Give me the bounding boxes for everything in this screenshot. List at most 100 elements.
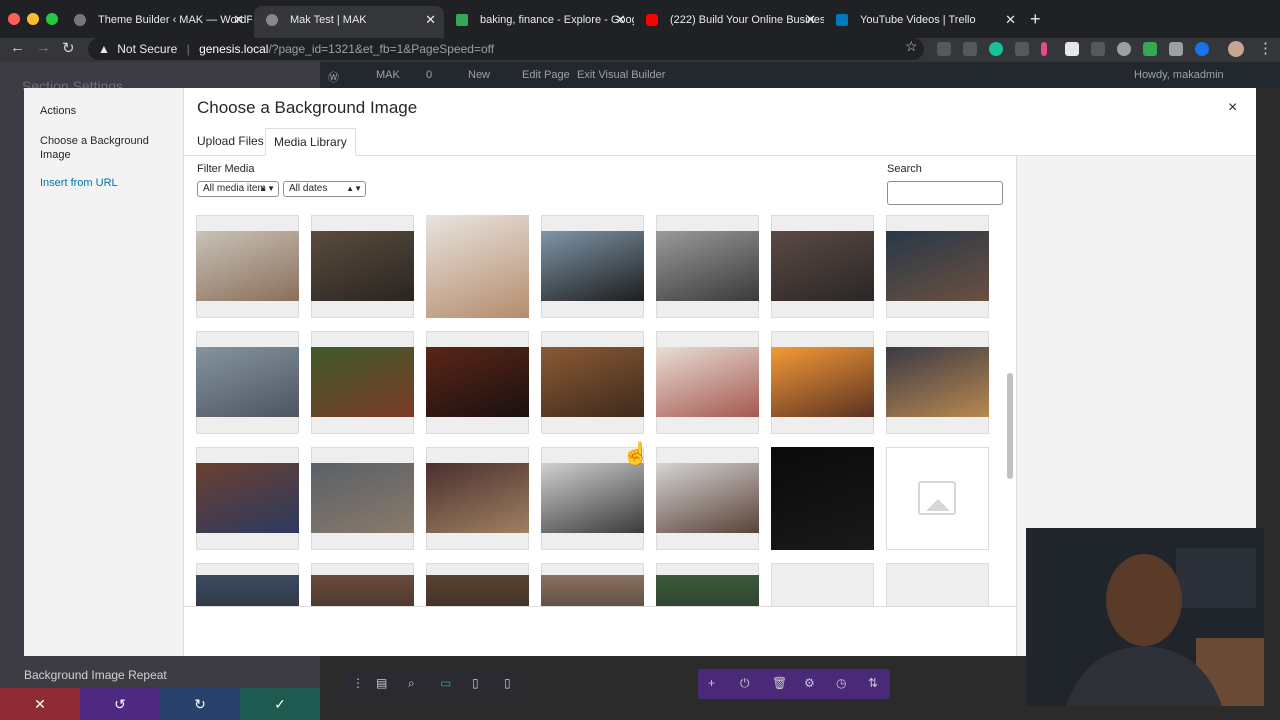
maximize-window-button[interactable] bbox=[46, 13, 58, 25]
gear-icon[interactable]: ⚙ bbox=[804, 676, 815, 690]
media-thumbnail[interactable] bbox=[886, 563, 989, 607]
date-select[interactable]: All dates ▲▼ bbox=[283, 181, 366, 197]
tab-title: (222) Build Your Online Business bbox=[670, 14, 824, 26]
search-label: Search bbox=[887, 163, 922, 175]
new-content-link[interactable]: New bbox=[468, 69, 490, 81]
close-tab-icon[interactable]: ✕ bbox=[233, 6, 244, 34]
site-name-link[interactable]: MAK bbox=[376, 69, 400, 81]
media-thumbnail[interactable] bbox=[196, 331, 299, 434]
back-icon[interactable]: ← bbox=[10, 39, 25, 56]
wappalyzer-icon[interactable] bbox=[1117, 42, 1131, 56]
media-thumbnail[interactable] bbox=[771, 563, 874, 607]
redo-button[interactable]: ↻ bbox=[160, 688, 240, 720]
howdy-user[interactable]: Howdy, makadmin bbox=[1134, 69, 1224, 81]
media-thumbnail[interactable] bbox=[311, 215, 414, 318]
wordpress-icon[interactable]: Ⓦ bbox=[328, 69, 339, 85]
media-thumbnail[interactable] bbox=[426, 331, 529, 434]
media-thumbnail[interactable] bbox=[541, 215, 644, 318]
add-icon[interactable]: + bbox=[708, 676, 715, 690]
grid-scrollbar[interactable] bbox=[1007, 373, 1013, 479]
exit-builder-link[interactable]: Exit Visual Builder bbox=[577, 69, 665, 81]
media-thumbnail[interactable] bbox=[656, 215, 759, 318]
media-thumbnail[interactable] bbox=[426, 215, 529, 318]
address-bar[interactable]: ▲ Not Secure | genesis.local/?page_id=13… bbox=[88, 38, 924, 60]
media-thumbnail[interactable] bbox=[886, 331, 989, 434]
discard-button[interactable]: ✕ bbox=[0, 688, 80, 720]
media-thumbnail[interactable] bbox=[541, 331, 644, 434]
media-type-select[interactable]: All media item ▲▼ bbox=[197, 181, 279, 197]
minimize-window-button[interactable] bbox=[27, 13, 39, 25]
close-tab-icon[interactable]: ✕ bbox=[615, 6, 626, 34]
browser-tab-active[interactable]: Mak Test | MAK ✕ bbox=[254, 6, 444, 38]
grammarly-icon[interactable] bbox=[989, 42, 1003, 56]
shield-icon[interactable] bbox=[1143, 42, 1157, 56]
profile-avatar[interactable] bbox=[1228, 41, 1244, 57]
media-thumbnail[interactable] bbox=[196, 563, 299, 607]
media-thumbnail[interactable] bbox=[656, 447, 759, 550]
media-thumbnail[interactable] bbox=[196, 447, 299, 550]
tab-upload-files[interactable]: Upload Files bbox=[189, 128, 272, 156]
sort-icon[interactable]: ⇅ bbox=[868, 676, 878, 690]
partial-image bbox=[656, 575, 759, 607]
zoom-icon[interactable]: ⌕ bbox=[408, 676, 415, 691]
history-icon[interactable]: ◷ bbox=[836, 676, 846, 690]
presenter-image bbox=[1026, 528, 1264, 706]
browser-tab[interactable]: Theme Builder ‹ MAK — WordPr ✕ bbox=[62, 6, 252, 38]
power-icon[interactable]: ⏻ bbox=[740, 676, 750, 691]
media-thumbnail[interactable] bbox=[426, 563, 529, 607]
reload-icon[interactable]: ↻ bbox=[62, 39, 75, 57]
new-tab-icon[interactable]: + bbox=[1030, 9, 1041, 30]
close-tab-icon[interactable]: ✕ bbox=[425, 6, 436, 34]
media-thumbnail[interactable] bbox=[771, 447, 874, 550]
keywords-extension-icon[interactable] bbox=[1041, 42, 1047, 56]
close-tab-icon[interactable]: ✕ bbox=[1005, 6, 1016, 34]
close-tab-icon[interactable]: ✕ bbox=[805, 6, 816, 34]
undo-button[interactable]: ↺ bbox=[80, 688, 160, 720]
play-extension-icon[interactable] bbox=[1195, 42, 1209, 56]
media-thumbnail[interactable] bbox=[311, 447, 414, 550]
forward-icon[interactable]: → bbox=[36, 39, 51, 56]
browser-tab[interactable]: YouTube Videos | Trello ✕ bbox=[824, 6, 1024, 38]
media-thumbnail[interactable] bbox=[771, 215, 874, 318]
extension-icon[interactable] bbox=[963, 42, 977, 56]
phone-view-icon[interactable]: ▯ bbox=[504, 676, 511, 690]
tablet-view-icon[interactable]: ▯ bbox=[472, 676, 479, 690]
media-thumbnail[interactable] bbox=[886, 447, 989, 550]
browser-tab[interactable]: baking, finance - Explore - Goog ✕ bbox=[444, 6, 634, 38]
edit-page-link[interactable]: Edit Page bbox=[522, 69, 570, 81]
media-thumbnail[interactable] bbox=[196, 215, 299, 318]
media-thumbnail[interactable] bbox=[771, 331, 874, 434]
media-thumbnail[interactable] bbox=[656, 563, 759, 607]
bookmark-star-icon[interactable]: ☆ bbox=[905, 38, 918, 55]
tab-title: baking, finance - Explore - Goog bbox=[480, 14, 634, 26]
media-thumbnail[interactable] bbox=[656, 331, 759, 434]
media-thumbnail[interactable] bbox=[541, 563, 644, 607]
comments-count[interactable]: 0 bbox=[426, 69, 432, 81]
wireframe-icon[interactable]: ▤ bbox=[376, 676, 387, 690]
media-thumbnail[interactable] bbox=[886, 215, 989, 318]
menu-dots-icon[interactable]: ⋮ bbox=[352, 676, 364, 690]
more-menu-icon[interactable]: ⋮ bbox=[1258, 39, 1273, 57]
trash-icon[interactable]: 🗑 bbox=[772, 676, 787, 690]
save-settings-button[interactable]: ✓ bbox=[240, 688, 320, 720]
menu-insert-from-url[interactable]: Insert from URL bbox=[40, 176, 170, 190]
code-extension-icon[interactable] bbox=[1015, 42, 1029, 56]
chart-extension-icon[interactable] bbox=[1065, 42, 1079, 56]
pocket-extension-icon[interactable] bbox=[937, 42, 951, 56]
restaurant-storefront-image bbox=[886, 347, 989, 417]
browser-tab[interactable]: (222) Build Your Online Business ✕ bbox=[634, 6, 824, 38]
tab-media-library[interactable]: Media Library bbox=[265, 128, 356, 156]
webcam-overlay bbox=[1026, 528, 1264, 706]
close-modal-icon[interactable]: × bbox=[1228, 99, 1237, 117]
desktop-view-icon[interactable]: ▭ bbox=[440, 676, 451, 690]
tag-extension-icon[interactable] bbox=[1091, 42, 1105, 56]
search-input[interactable] bbox=[887, 181, 1003, 205]
media-thumbnail[interactable] bbox=[426, 447, 529, 550]
puzzle-icon[interactable] bbox=[1169, 42, 1183, 56]
media-thumbnail[interactable] bbox=[311, 331, 414, 434]
menu-choose-background[interactable]: Choose a Background Image bbox=[40, 134, 170, 162]
media-thumbnail[interactable] bbox=[311, 563, 414, 607]
black-handbag-image bbox=[771, 447, 874, 550]
modal-toolbar bbox=[184, 606, 1016, 656]
close-window-button[interactable] bbox=[8, 13, 20, 25]
